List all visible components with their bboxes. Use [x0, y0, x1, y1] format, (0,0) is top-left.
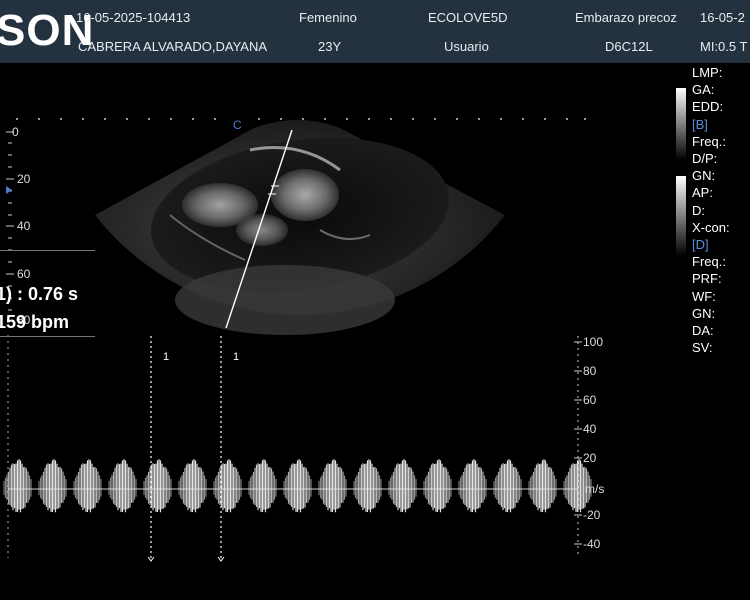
velocity-label-neg20: -20: [583, 508, 601, 522]
depth-label-40: 40: [17, 219, 31, 233]
measure-time: 1) : 0.76 s: [0, 284, 79, 304]
param-xcon: X-con:: [692, 219, 730, 235]
velocity-label-60: 60: [583, 393, 597, 407]
caliper-label-1: 1: [163, 351, 170, 363]
measure-box-top: [0, 250, 95, 251]
param-bmode-header: [B]: [692, 116, 708, 132]
caliper-label-2: 1: [233, 351, 240, 363]
velocity-label-40: 40: [583, 422, 597, 436]
param-freq-d: Freq.:: [692, 254, 726, 270]
velocity-label-neg40: -40: [583, 537, 601, 551]
param-gn-b: GN:: [692, 168, 716, 184]
bmode-grayscale-bar: [676, 88, 686, 160]
measure-heart-rate: 159 bpm: [0, 312, 70, 332]
param-gn-d: GN:: [692, 305, 716, 321]
param-sv: SV:: [692, 340, 713, 356]
param-doppler-header: [D]: [692, 237, 709, 253]
param-da: DA:: [692, 323, 714, 339]
depth-label-0: 0: [12, 125, 19, 139]
param-dp: D/P:: [692, 151, 718, 167]
bmode-sector: [95, 120, 505, 335]
param-d: D:: [692, 202, 705, 218]
param-ap: AP:: [692, 185, 713, 201]
velocity-label-100: 100: [583, 335, 604, 349]
parameter-panel: LMP: GA: EDD: [B] Freq.: D/P: GN: AP: D:…: [692, 64, 750, 356]
param-edd: EDD:: [692, 99, 724, 115]
lateral-dotted-scale: [16, 118, 586, 120]
depth-label-60: 60: [17, 267, 31, 281]
probe-orientation-marker: C: [233, 118, 242, 132]
focus-marker-icon[interactable]: [6, 186, 12, 194]
velocity-label-80: 80: [583, 364, 597, 378]
doppler-grayscale-bar: [676, 176, 686, 256]
param-ga: GA:: [692, 82, 715, 98]
param-lmp: LMP:: [692, 65, 723, 80]
param-freq-b: Freq.:: [692, 133, 726, 149]
param-wf: WF:: [692, 288, 716, 304]
param-prf: PRF:: [692, 271, 722, 287]
depth-label-20: 20: [17, 172, 31, 186]
ultrasound-display: [3, 118, 592, 562]
doppler-waveform: [3, 459, 592, 513]
velocity-label-20: 20: [583, 451, 597, 465]
measure-box-bottom: [0, 336, 95, 337]
velocity-unit: m/s: [585, 482, 605, 496]
